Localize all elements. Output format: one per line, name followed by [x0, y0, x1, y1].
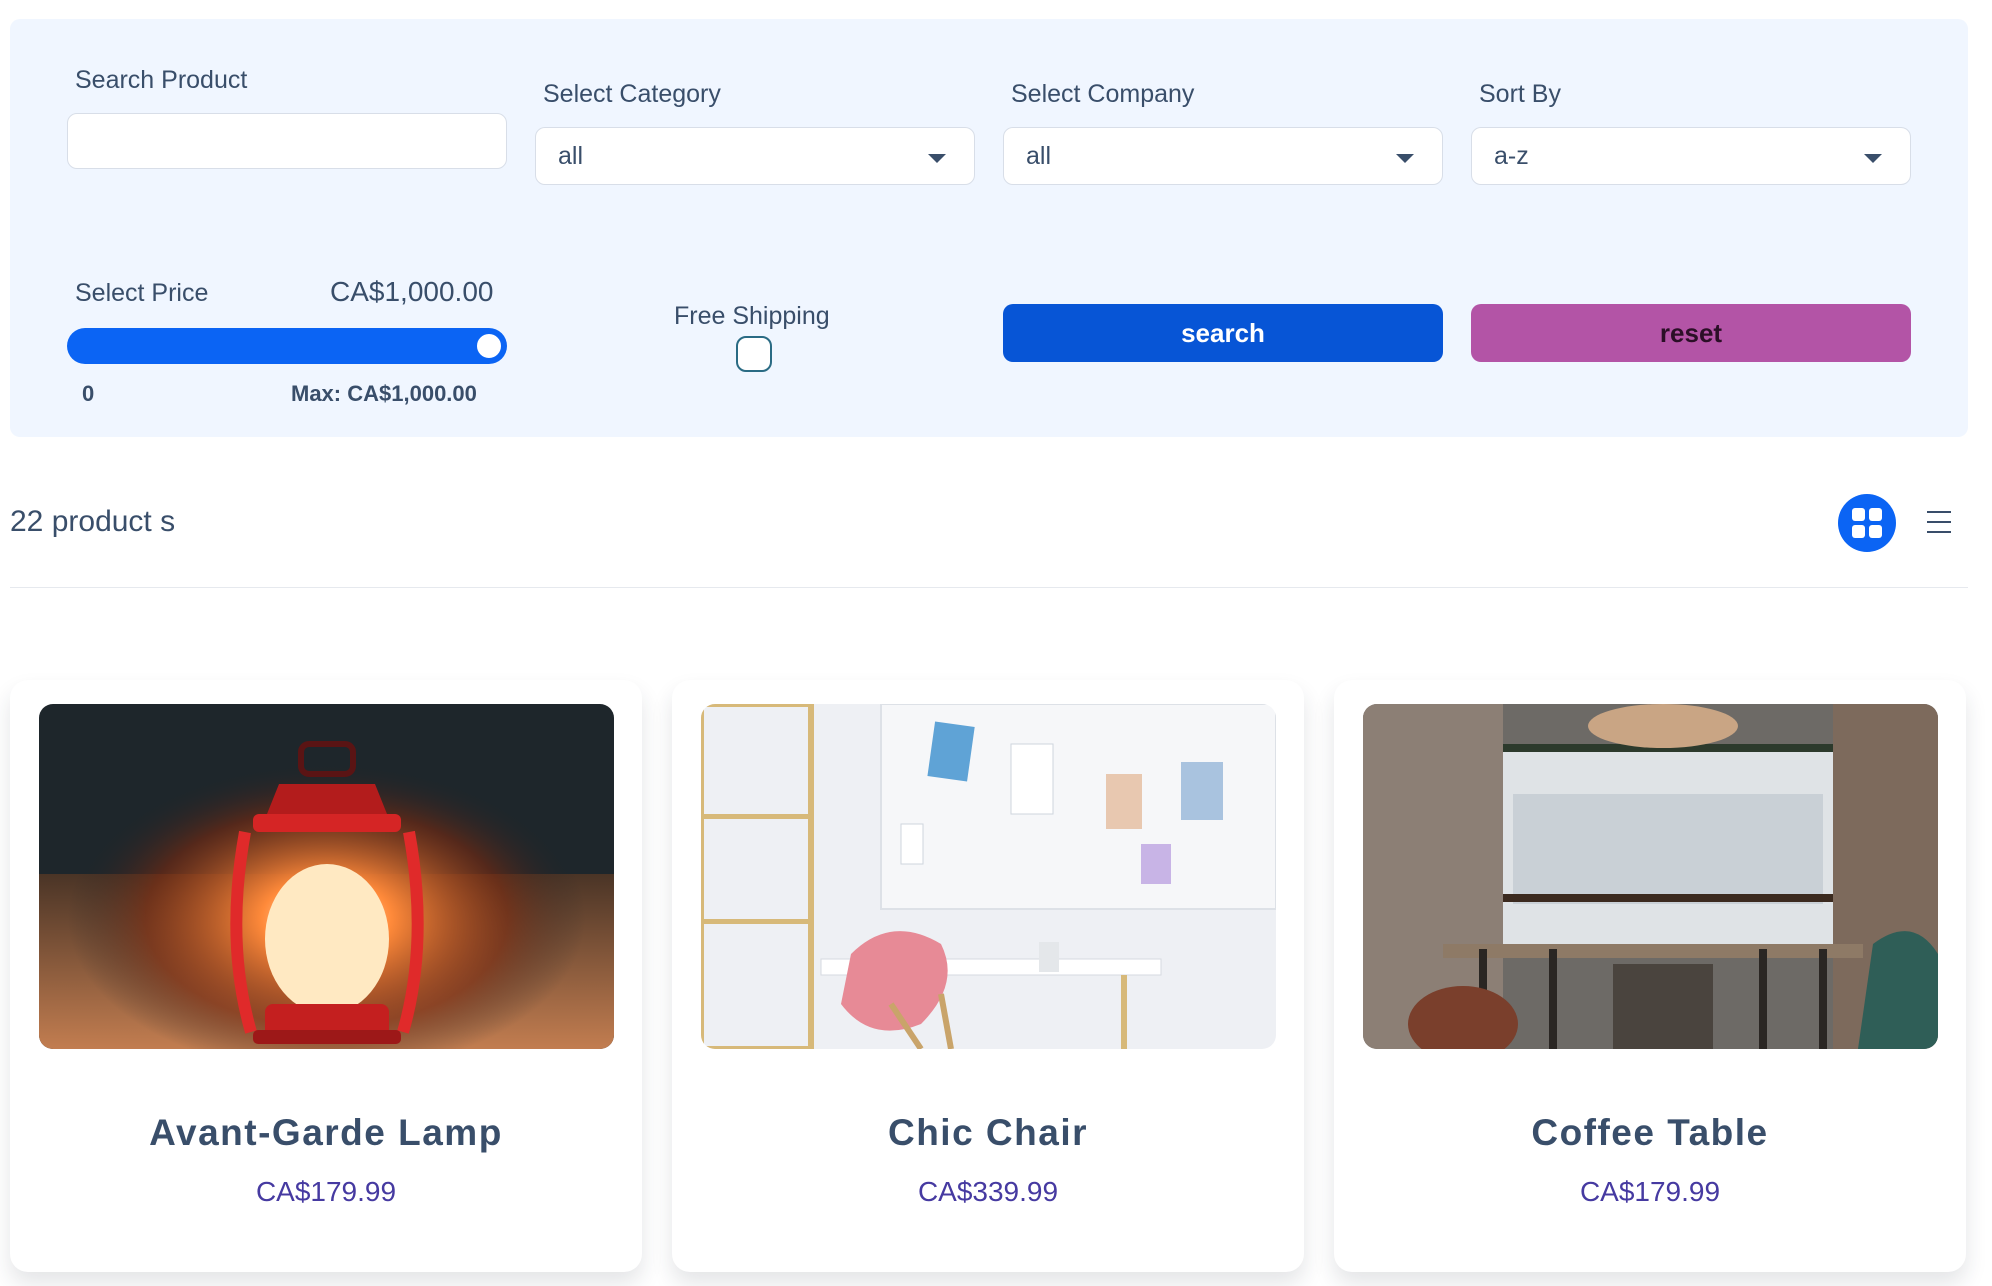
select-price-label: Select Price — [75, 279, 209, 307]
product-card[interactable]: Coffee Table CA$179.99 — [1334, 680, 1966, 1272]
category-select[interactable]: all — [535, 127, 975, 185]
price-min-label: 0 — [82, 381, 95, 406]
sort-select[interactable]: a-z — [1471, 127, 1911, 185]
product-image-chair-desk — [701, 704, 1276, 1049]
product-title[interactable]: Coffee Table — [1334, 1112, 1966, 1154]
product-price: CA$339.99 — [917, 1176, 1059, 1207]
grid-view-button[interactable] — [1838, 494, 1896, 552]
select-category-label: Select Category — [543, 80, 721, 108]
chevron-down-icon — [1396, 154, 1414, 163]
product-card[interactable]: Chic Chair CA$339.99 — [672, 680, 1304, 1272]
free-shipping-checkbox[interactable] — [736, 336, 772, 372]
product-title[interactable]: Chic Chair — [672, 1112, 1304, 1154]
company-select[interactable]: all — [1003, 127, 1443, 185]
divider — [10, 587, 1968, 588]
category-select-value: all — [558, 142, 584, 170]
product-title[interactable]: Avant-Garde Lamp — [10, 1112, 642, 1154]
sort-select-value: a-z — [1494, 142, 1529, 170]
product-image-cafe-interior — [1363, 704, 1938, 1049]
search-product-label: Search Product — [75, 66, 248, 94]
price-value: CA$1,000.00 — [330, 276, 494, 307]
price-range-handle[interactable] — [475, 332, 503, 360]
chevron-down-icon — [1864, 154, 1882, 163]
product-image-lantern — [39, 704, 614, 1049]
company-select-value: all — [1026, 142, 1052, 170]
price-range-slider[interactable] — [67, 328, 507, 364]
free-shipping-label: Free Shipping — [674, 302, 830, 330]
search-button[interactable]: search — [1003, 304, 1443, 362]
price-max-label: Max: CA$1,000.00 — [291, 381, 477, 406]
chevron-down-icon — [928, 154, 946, 163]
reset-button[interactable]: reset — [1471, 304, 1911, 362]
list-view-button[interactable] — [1927, 511, 1951, 533]
filters-form: Search Product Select Category all Selec… — [10, 19, 1968, 437]
product-price: CA$179.99 — [255, 1176, 397, 1207]
select-company-label: Select Company — [1011, 80, 1195, 108]
sort-by-label: Sort By — [1479, 80, 1561, 108]
product-card[interactable]: Avant-Garde Lamp CA$179.99 — [10, 680, 642, 1272]
product-price: CA$179.99 — [1579, 1176, 1721, 1207]
search-input[interactable] — [67, 113, 507, 169]
product-count: 22 product s — [10, 505, 176, 538]
